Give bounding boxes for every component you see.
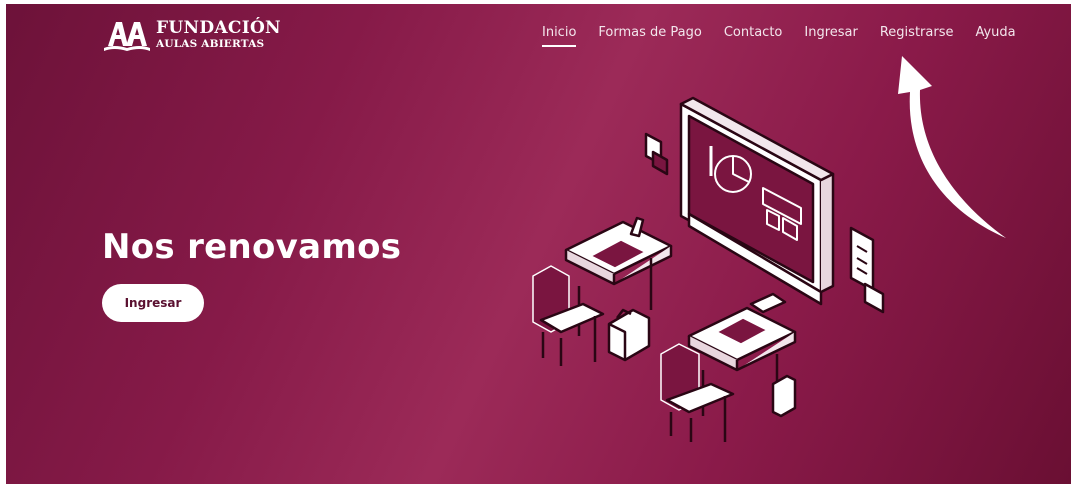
nav-item-registrarse[interactable]: Registrarse	[880, 25, 954, 46]
hero-title: Nos renovamos	[102, 227, 402, 267]
classroom-illustration	[532, 96, 885, 442]
hero-section: FUNDACIÓN AULAS ABIERTAS Inicio Formas d…	[6, 4, 1071, 484]
nav-item-inicio[interactable]: Inicio	[542, 25, 577, 47]
nav-item-ayuda[interactable]: Ayuda	[975, 25, 1015, 46]
main-nav: Inicio Formas de Pago Contacto Ingresar …	[542, 25, 1038, 47]
nav-item-formas-de-pago[interactable]: Formas de Pago	[598, 25, 701, 46]
hero-login-button[interactable]: Ingresar	[102, 284, 204, 322]
curved-arrow-icon	[898, 56, 1006, 238]
book-logo-icon	[104, 22, 150, 51]
nav-item-ingresar[interactable]: Ingresar	[804, 25, 857, 46]
brand-logo[interactable]: FUNDACIÓN AULAS ABIERTAS	[102, 18, 281, 52]
nav-item-contacto[interactable]: Contacto	[724, 25, 783, 46]
brand-name-line2: AULAS ABIERTAS	[156, 38, 265, 51]
brand-name-line1: FUNDACIÓN	[156, 18, 281, 39]
